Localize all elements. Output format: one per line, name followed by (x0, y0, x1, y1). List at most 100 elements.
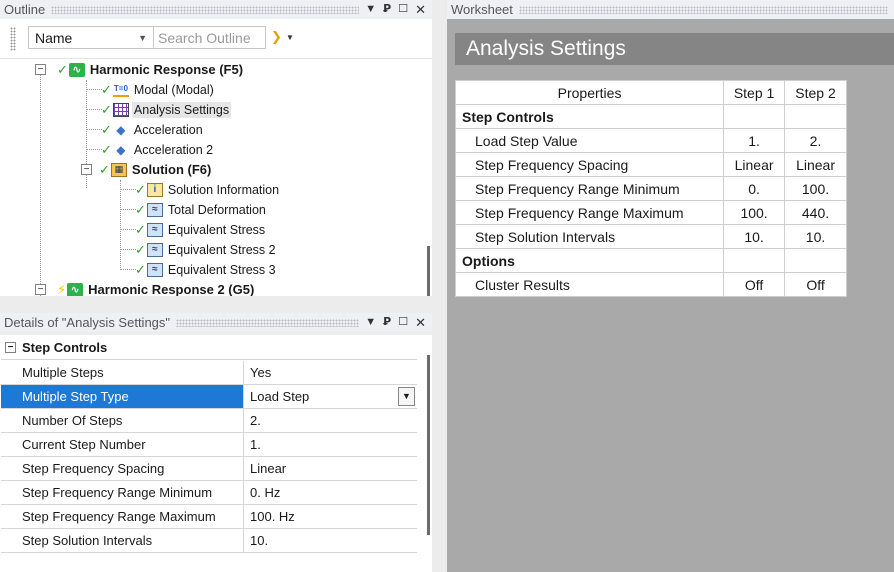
details-row-step-frequency-range-minimum[interactable]: Step Frequency Range Minimum 0. Hz (1, 481, 417, 505)
table-section-row: Step Controls (454, 104, 847, 129)
details-row-step-solution-intervals[interactable]: Step Solution Intervals 10. (1, 529, 417, 553)
details-scrollbar[interactable] (427, 355, 430, 535)
property-name: Number Of Steps (1, 409, 244, 432)
collapse-toggle[interactable]: − (81, 164, 92, 175)
tree-item-equivalent-stress-3[interactable]: ✓ ≈ Equivalent Stress 3 (135, 260, 278, 279)
step-2-value: 2. (784, 128, 847, 153)
check-icon: ✓ (135, 181, 146, 197)
column-header-properties: Properties (454, 80, 725, 105)
lightning-icon: ⚡ (57, 281, 67, 297)
tree-item-label: Equivalent Stress 3 (167, 262, 276, 277)
property-value[interactable]: 10. (250, 533, 268, 548)
tree-item-harmonic-response[interactable]: ✓ ∿ Harmonic Response (F5) (57, 60, 245, 79)
step-1-value: 1. (723, 128, 786, 153)
step-2-value: Linear (784, 152, 847, 177)
property-value[interactable]: Load Step (250, 389, 309, 404)
details-title: Details of "Analysis Settings" (4, 315, 171, 330)
tree-item-solution-information[interactable]: ✓ i Solution Information (135, 180, 281, 199)
step-1-value: Linear (723, 152, 786, 177)
maximize-icon[interactable]: ☐ (398, 317, 408, 328)
property-name: Multiple Steps (1, 361, 244, 384)
tree-item-modal[interactable]: ✓ T=0 Modal (Modal) (101, 80, 216, 99)
result-icon: ≈ (146, 262, 163, 277)
check-icon: ✓ (57, 61, 68, 77)
tree-item-analysis-settings[interactable]: ✓ Analysis Settings (101, 100, 232, 119)
titlebar-grip[interactable] (176, 318, 360, 327)
outline-toolbar: Name ▼ ❯ ▼ (0, 19, 432, 59)
outline-tree: − ✓ ∿ Harmonic Response (F5) ✓ T=0 Modal… (0, 60, 432, 296)
step-1-value: Off (723, 272, 786, 297)
toolbar-overflow-icon[interactable]: ▼ (286, 33, 294, 42)
property-value[interactable]: Linear (250, 461, 286, 476)
tree-item-equivalent-stress-2[interactable]: ✓ ≈ Equivalent Stress 2 (135, 240, 278, 259)
property-value[interactable]: 2. (250, 413, 261, 428)
close-icon[interactable]: ✕ (415, 316, 426, 329)
tree-item-label: Acceleration (133, 122, 203, 137)
tree-item-label: Acceleration 2 (133, 142, 214, 157)
details-section-step-controls[interactable]: − Step Controls (1, 336, 417, 360)
chevron-down-icon[interactable]: ▼ (398, 386, 415, 406)
section-label: Options (454, 248, 725, 273)
worksheet-header: Analysis Settings (455, 33, 894, 65)
tree-item-harmonic-response-2[interactable]: ⚡ ∿ Harmonic Response 2 (G5) (57, 280, 256, 296)
collapse-toggle[interactable]: − (35, 64, 46, 75)
pin-icon[interactable]: Ꝑ (383, 317, 391, 328)
check-icon: ✓ (101, 121, 112, 137)
name-filter-combo[interactable]: Name ▼ (28, 26, 154, 49)
property-value[interactable]: 1. (250, 437, 261, 452)
property-name: Step Frequency Range Maximum (1, 505, 244, 528)
details-row-number-of-steps[interactable]: Number Of Steps 2. (1, 409, 417, 433)
tree-line (40, 68, 41, 296)
row-label: Load Step Value (454, 128, 725, 153)
details-titlebar: Details of "Analysis Settings" ▼ Ꝑ ☐ ✕ (0, 313, 432, 332)
details-row-current-step-number[interactable]: Current Step Number 1. (1, 433, 417, 457)
titlebar-grip[interactable] (51, 5, 360, 14)
close-icon[interactable]: ✕ (415, 3, 426, 16)
collapse-toggle[interactable]: − (5, 341, 16, 353)
step-2-value: 100. (784, 176, 847, 201)
dropdown-icon[interactable]: ▼ (365, 4, 376, 15)
result-icon: ≈ (146, 222, 163, 237)
collapse-toggle[interactable]: − (35, 284, 46, 295)
tree-line (120, 180, 121, 270)
tree-item-acceleration[interactable]: ✓ ◆ Acceleration (101, 120, 205, 139)
check-icon: ✓ (101, 81, 112, 97)
outline-scrollbar[interactable] (427, 246, 430, 296)
details-row-step-frequency-spacing[interactable]: Step Frequency Spacing Linear (1, 457, 417, 481)
details-row-multiple-steps[interactable]: Multiple Steps Yes (1, 361, 417, 385)
outline-titlebar: Outline ▼ Ꝑ ☐ ✕ (0, 0, 432, 19)
expand-options-icon[interactable]: ❯ (271, 29, 282, 45)
pin-icon[interactable]: Ꝑ (383, 4, 391, 15)
tree-item-label: Solution Information (167, 182, 280, 197)
property-name: Current Step Number (1, 433, 244, 456)
table-row: Load Step Value 1. 2. (454, 128, 847, 153)
acceleration-icon: ◆ (116, 122, 126, 137)
property-value[interactable]: 100. Hz (250, 509, 295, 524)
chevron-down-icon: ▼ (138, 32, 147, 43)
search-outline-input[interactable] (154, 26, 266, 49)
step-1-value: 100. (723, 200, 786, 225)
row-label: Step Frequency Spacing (454, 152, 725, 177)
property-value[interactable]: 0. Hz (250, 485, 280, 500)
harmonic-icon: ∿ (67, 282, 84, 296)
tree-item-acceleration-2[interactable]: ✓ ◆ Acceleration 2 (101, 140, 215, 159)
tree-item-equivalent-stress[interactable]: ✓ ≈ Equivalent Stress (135, 220, 267, 239)
toolbar-grip[interactable] (10, 27, 16, 51)
result-icon: ≈ (146, 242, 163, 257)
pane-divider[interactable] (432, 0, 447, 572)
titlebar-grip[interactable] (518, 5, 888, 14)
details-row-step-frequency-range-maximum[interactable]: Step Frequency Range Maximum 100. Hz (1, 505, 417, 529)
dropdown-icon[interactable]: ▼ (365, 317, 376, 328)
step-2-value: Off (784, 272, 847, 297)
outline-pane: Outline ▼ Ꝑ ☐ ✕ Name ▼ ❯ ▼ − (0, 0, 432, 296)
property-name: Step Frequency Spacing (1, 457, 244, 480)
maximize-icon[interactable]: ☐ (398, 4, 408, 15)
row-label: Step Solution Intervals (454, 224, 725, 249)
column-header-step-2: Step 2 (784, 80, 847, 105)
section-label: Step Controls (454, 104, 725, 129)
property-value[interactable]: Yes (250, 365, 271, 380)
section-label: Step Controls (22, 339, 108, 355)
details-row-multiple-step-type[interactable]: Multiple Step Type Load Step ▼ (1, 385, 417, 409)
tree-item-solution[interactable]: ✓ ▦ Solution (F6) (99, 160, 213, 179)
tree-item-total-deformation[interactable]: ✓ ≈ Total Deformation (135, 200, 268, 219)
